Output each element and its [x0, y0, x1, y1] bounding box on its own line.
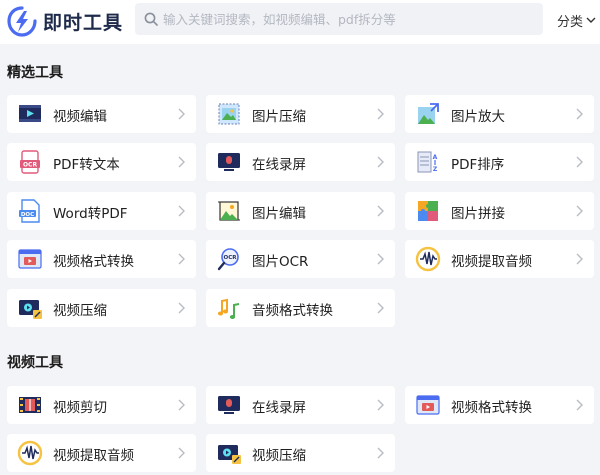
chevron-right-icon [178, 399, 185, 411]
tool-label: 在线录屏 [252, 157, 306, 173]
top-header: 即时工具 分类 [0, 0, 600, 44]
tool-card-video-convert[interactable]: 视频格式转换 [7, 240, 196, 278]
video-convert-icon [18, 249, 42, 269]
tool-card-video-edit[interactable]: 视频编辑 [7, 95, 196, 133]
chevron-right-icon [377, 205, 384, 217]
tool-card-word-to-pdf[interactable]: DOC Word转PDF [7, 192, 196, 230]
tool-label: 视频提取音频 [53, 448, 134, 464]
tool-label: Word转PDF [53, 206, 128, 222]
search-box[interactable] [135, 3, 543, 35]
video-convert-icon [416, 395, 440, 415]
tool-label: 在线录屏 [252, 400, 306, 416]
tool-label: 视频压缩 [53, 303, 107, 319]
tool-card-image-edit[interactable]: 图片编辑 [206, 192, 395, 230]
video-edit-icon [19, 105, 41, 122]
tool-card-extract-audio-2[interactable]: 视频提取音频 [7, 434, 196, 472]
screen-record-icon [218, 396, 240, 414]
music-note-icon [217, 298, 240, 319]
tool-label: 视频格式转换 [451, 400, 532, 416]
category-label: 分类 [557, 15, 584, 30]
tool-card-image-stitch[interactable]: 图片拼接 [405, 192, 594, 230]
chevron-right-icon [377, 156, 384, 168]
chevron-down-icon [586, 17, 596, 23]
lightning-logo-icon[interactable] [6, 6, 38, 38]
tool-label: 图片压缩 [252, 109, 306, 125]
chevron-right-icon [377, 302, 384, 314]
tool-label: 视频编辑 [53, 109, 107, 125]
tool-card-screen-record-2[interactable]: 在线录屏 [206, 386, 395, 424]
video-compress-icon [19, 300, 42, 319]
chevron-right-icon [576, 108, 583, 120]
tool-card-audio-convert[interactable]: 音频格式转换 [206, 289, 395, 327]
svg-text:OCR: OCR [224, 255, 238, 261]
tool-label: 视频压缩 [252, 448, 306, 464]
brand-name[interactable]: 即时工具 [43, 8, 123, 35]
ocr-magnifier-icon: OCR [217, 248, 239, 271]
search-icon [144, 12, 158, 26]
tool-card-pdf-sort[interactable]: A Z PDF排序 [405, 143, 594, 181]
tool-card-image-compress[interactable]: 图片压缩 [206, 95, 395, 133]
screen-record-icon [218, 153, 240, 171]
section-title-featured: 精选工具 [7, 65, 63, 81]
tool-label: 图片放大 [451, 109, 505, 125]
tool-card-extract-audio[interactable]: 视频提取音频 [405, 240, 594, 278]
chevron-right-icon [576, 399, 583, 411]
chevron-right-icon [576, 156, 583, 168]
svg-text:DOC: DOC [21, 212, 34, 218]
svg-text:OCR: OCR [23, 162, 38, 169]
pdf-ocr-icon: OCR [20, 150, 40, 174]
pdf-sort-icon: A Z [417, 151, 438, 173]
chevron-right-icon [178, 253, 185, 265]
tool-label: 图片编辑 [252, 206, 306, 222]
chevron-right-icon [576, 205, 583, 217]
film-cut-icon [19, 397, 41, 413]
tool-card-image-ocr[interactable]: OCR 图片OCR [206, 240, 395, 278]
image-enlarge-icon [418, 103, 439, 124]
audio-wave-icon [17, 440, 43, 466]
svg-text:Z: Z [433, 166, 438, 173]
chevron-right-icon [377, 108, 384, 120]
chevron-right-icon [377, 253, 384, 265]
audio-wave-icon [415, 246, 441, 272]
puzzle-icon [418, 201, 438, 221]
tool-label: 图片拼接 [451, 206, 505, 222]
tool-card-video-convert-2[interactable]: 视频格式转换 [405, 386, 594, 424]
image-edit-icon [218, 201, 240, 221]
video-compress-icon [218, 445, 241, 464]
category-dropdown[interactable]: 分类 [557, 11, 596, 30]
doc-icon: DOC [19, 199, 40, 223]
chevron-right-icon [377, 399, 384, 411]
tool-card-pdf-to-text[interactable]: OCR PDF转文本 [7, 143, 196, 181]
chevron-right-icon [576, 253, 583, 265]
tool-label: 视频格式转换 [53, 254, 134, 270]
tool-card-video-compress-2[interactable]: 视频压缩 [206, 434, 395, 472]
chevron-right-icon [178, 156, 185, 168]
search-input[interactable] [163, 3, 533, 35]
chevron-right-icon [178, 205, 185, 217]
tool-card-image-enlarge[interactable]: 图片放大 [405, 95, 594, 133]
tool-label: 视频提取音频 [451, 254, 532, 270]
chevron-right-icon [178, 447, 185, 459]
tool-label: PDF排序 [451, 157, 505, 173]
chevron-right-icon [377, 447, 384, 459]
image-compress-icon [218, 103, 240, 125]
tool-label: 音频格式转换 [252, 303, 333, 319]
tool-card-video-cut[interactable]: 视频剪切 [7, 386, 196, 424]
tool-label: 图片OCR [252, 254, 309, 270]
tool-card-screen-record[interactable]: 在线录屏 [206, 143, 395, 181]
section-title-video: 视频工具 [7, 355, 63, 371]
tool-label: PDF转文本 [53, 157, 120, 173]
tool-label: 视频剪切 [53, 400, 107, 416]
svg-text:A: A [433, 154, 438, 161]
tool-card-video-compress[interactable]: 视频压缩 [7, 289, 196, 327]
chevron-right-icon [178, 108, 185, 120]
chevron-right-icon [178, 302, 185, 314]
